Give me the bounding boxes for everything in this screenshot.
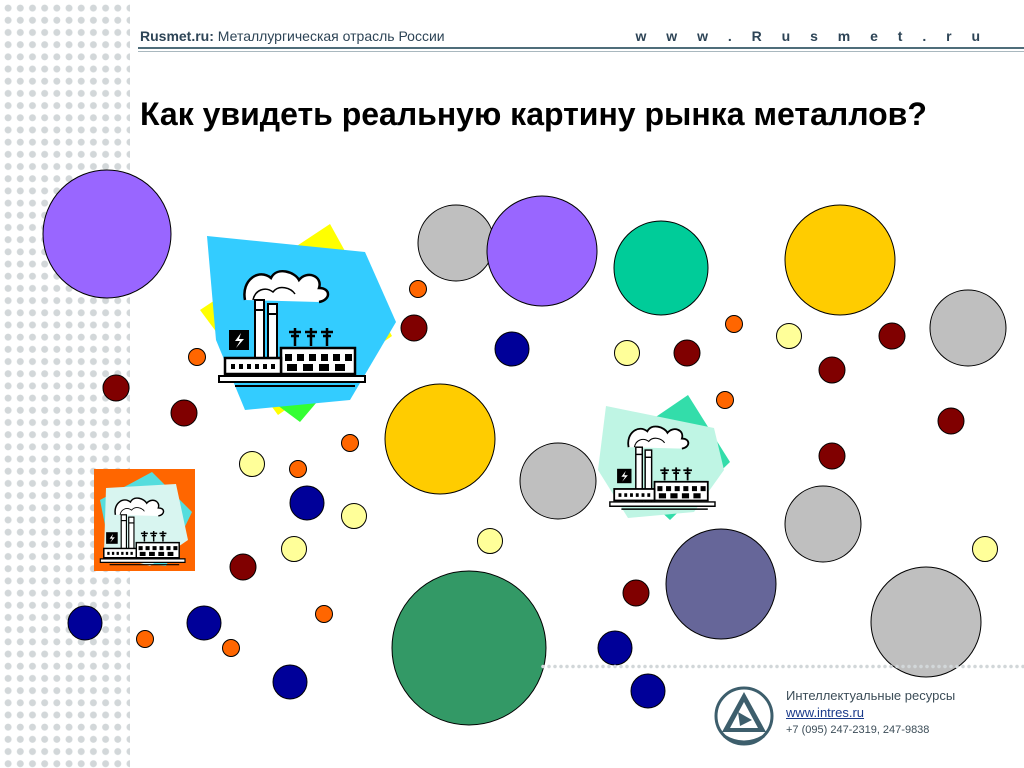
circle-navy [494,331,530,367]
circle-pale-yellow [239,451,265,477]
circle-orange [222,639,240,657]
factory-clipart-icon [598,395,730,520]
circle-green-large [391,570,547,726]
circle-maroon [229,553,257,581]
circle-pale-yellow [477,528,503,554]
circle-orange [315,605,333,623]
circle-navy [67,605,103,641]
circle-maroon [170,399,198,427]
circle-pale-yellow [281,536,307,562]
circle-maroon [878,322,906,350]
circle-maroon [818,356,846,384]
circle-orange [409,280,427,298]
circle-gray-large [929,289,1007,367]
circle-maroon [400,314,428,342]
circle-navy [186,605,222,641]
circle-orange [289,460,307,478]
circle-maroon [622,579,650,607]
footer-site-link[interactable]: www.intres.ru [786,705,864,720]
circle-gray-large [784,485,862,563]
circle-orange [341,434,359,452]
circle-pale-yellow [341,503,367,529]
circle-navy [289,485,325,521]
circle-orange [188,348,206,366]
factory-clipart-icon [200,224,396,422]
circle-gray-large [519,442,597,520]
footer-dotted-rule [540,664,1024,669]
circle-pale-yellow [614,340,640,366]
circle-maroon [937,407,965,435]
footer: Интеллектуальные ресурсы www.intres.ru +… [714,686,1014,756]
intres-logo-icon [714,686,774,746]
circle-pale-yellow [776,323,802,349]
circle-violet-large [42,169,172,299]
circle-pale-yellow [972,536,998,562]
circle-gold-large [384,383,496,495]
circle-violet-large [486,195,598,307]
circle-maroon [818,442,846,470]
market-illustration [42,169,1007,726]
factory-clipart-icon [94,469,195,571]
circle-gray-large [417,204,495,282]
circle-navy [272,664,308,700]
circle-gray-large [870,566,982,678]
circle-maroon [673,339,701,367]
circle-slate-large [665,528,777,640]
footer-org-name: Интеллектуальные ресурсы [786,688,956,703]
footer-phone: +7 (095) 247-2319, 247-9838 [786,724,930,736]
circle-maroon [102,374,130,402]
circle-orange [136,630,154,648]
circle-gold-large [784,204,896,316]
circle-navy [597,630,633,666]
circle-orange [725,315,743,333]
circle-orange [716,391,734,409]
circle-navy [630,673,666,709]
circle-teal-large [613,220,709,316]
